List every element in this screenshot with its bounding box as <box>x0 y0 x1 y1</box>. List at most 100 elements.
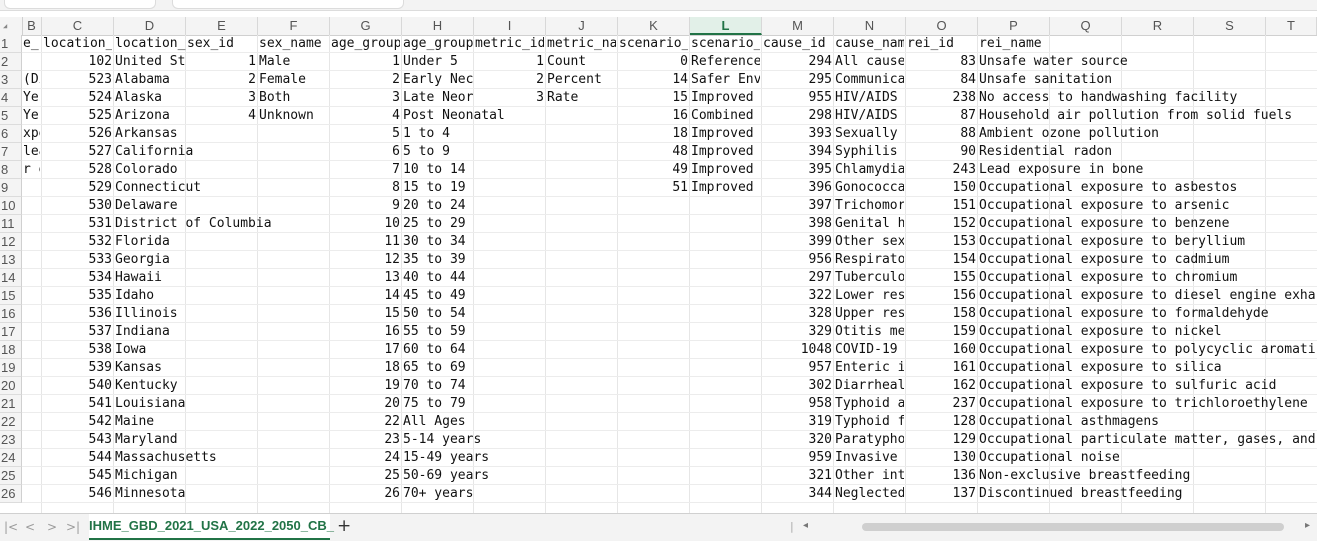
cell-d9[interactable]: Connecticut <box>115 179 365 197</box>
cell-o7[interactable]: 90 <box>907 143 976 161</box>
cell-m11[interactable]: 398 <box>763 215 832 233</box>
cell-p20[interactable]: Occupational exposure to sulfuric acid <box>979 377 1317 395</box>
cell-l1[interactable]: scenario_ <box>691 35 760 53</box>
cell-d12[interactable]: Florida <box>115 233 365 251</box>
cell-p14[interactable]: Occupational exposure to chromium <box>979 269 1317 287</box>
cell-m8[interactable]: 395 <box>763 161 832 179</box>
cell-o15[interactable]: 156 <box>907 287 976 305</box>
cell-b1[interactable]: e_r <box>23 35 40 53</box>
cell-n23[interactable]: Paratypho <box>835 431 904 449</box>
cell-m1[interactable]: cause_id <box>763 35 832 53</box>
row-header[interactable]: 18 <box>0 341 22 359</box>
cell-o4[interactable]: 238 <box>907 89 976 107</box>
cell-e4[interactable]: 3 <box>187 89 256 107</box>
cell-g7[interactable]: 6 <box>331 143 400 161</box>
cell-o16[interactable]: 158 <box>907 305 976 323</box>
cell-c23[interactable]: 543 <box>43 431 112 449</box>
cell-g5[interactable]: 4 <box>331 107 400 125</box>
row-header[interactable]: 6 <box>0 125 22 143</box>
last-sheet-button[interactable]: >| <box>66 520 80 534</box>
cell-o11[interactable]: 152 <box>907 215 976 233</box>
cell-g1[interactable]: age_group <box>331 35 400 53</box>
cell-m12[interactable]: 399 <box>763 233 832 251</box>
cell-m17[interactable]: 329 <box>763 323 832 341</box>
cell-m5[interactable]: 298 <box>763 107 832 125</box>
cell-e2[interactable]: 1 <box>187 53 256 71</box>
cell-h13[interactable]: 35 to 39 <box>403 251 653 269</box>
column-header-j[interactable]: J <box>546 17 618 35</box>
cell-m9[interactable]: 396 <box>763 179 832 197</box>
cell-m16[interactable]: 328 <box>763 305 832 323</box>
cell-f5[interactable]: Unknown <box>259 107 328 125</box>
row-header[interactable]: 21 <box>0 395 22 413</box>
cell-l9[interactable]: Improved <box>691 179 760 197</box>
cell-g18[interactable]: 17 <box>331 341 400 359</box>
row-header[interactable]: 16 <box>0 305 22 323</box>
cell-o10[interactable]: 151 <box>907 197 976 215</box>
scroll-right-icon[interactable]: ▸ <box>1305 520 1310 531</box>
row-header[interactable]: 4 <box>0 89 22 107</box>
cell-p4[interactable]: No access to handwashing facility <box>979 89 1317 107</box>
cell-m25[interactable]: 321 <box>763 467 832 485</box>
cell-d11[interactable]: District of Columbia <box>115 215 365 233</box>
cell-c8[interactable]: 528 <box>43 161 112 179</box>
cell-p21[interactable]: Occupational exposure to trichloroethyle… <box>979 395 1317 413</box>
cell-h11[interactable]: 25 to 29 <box>403 215 653 233</box>
cell-m23[interactable]: 320 <box>763 431 832 449</box>
cell-p2[interactable]: Unsafe water source <box>979 53 1317 71</box>
cell-m15[interactable]: 322 <box>763 287 832 305</box>
cell-n7[interactable]: Syphilis <box>835 143 904 161</box>
cell-grid[interactable]: e_rlocation_location_sex_idsex_nameage_g… <box>22 35 1317 513</box>
cell-e1[interactable]: sex_id <box>187 35 256 53</box>
cell-d18[interactable]: Iowa <box>115 341 365 359</box>
cell-h12[interactable]: 30 to 34 <box>403 233 653 251</box>
cell-k6[interactable]: 18 <box>619 125 688 143</box>
cell-l2[interactable]: Reference <box>691 53 760 71</box>
cell-k8[interactable]: 49 <box>619 161 688 179</box>
cell-c14[interactable]: 534 <box>43 269 112 287</box>
cell-n4[interactable]: HIV/AIDS <box>835 89 904 107</box>
cell-d23[interactable]: Maryland <box>115 431 365 449</box>
cell-n19[interactable]: Enteric i <box>835 359 904 377</box>
cell-n15[interactable]: Lower res <box>835 287 904 305</box>
cell-n8[interactable]: Chlamydia <box>835 161 904 179</box>
cell-o9[interactable]: 150 <box>907 179 976 197</box>
cell-o20[interactable]: 162 <box>907 377 976 395</box>
cell-p17[interactable]: Occupational exposure to nickel <box>979 323 1317 341</box>
cell-k9[interactable]: 51 <box>619 179 688 197</box>
cell-n26[interactable]: Neglected <box>835 485 904 503</box>
row-header[interactable]: 22 <box>0 413 22 431</box>
cell-p13[interactable]: Occupational exposure to cadmium <box>979 251 1317 269</box>
cell-b6[interactable]: xpe <box>23 125 40 143</box>
cell-b8[interactable]: r e <box>23 161 40 179</box>
cell-o18[interactable]: 160 <box>907 341 976 359</box>
cell-c12[interactable]: 532 <box>43 233 112 251</box>
cell-p9[interactable]: Occupational exposure to asbestos <box>979 179 1317 197</box>
row-header[interactable]: 7 <box>0 143 22 161</box>
row-header[interactable]: 2 <box>0 53 22 71</box>
cell-h24[interactable]: 15-49 years <box>403 449 653 467</box>
cell-k7[interactable]: 48 <box>619 143 688 161</box>
cell-m24[interactable]: 959 <box>763 449 832 467</box>
cell-n6[interactable]: Sexually <box>835 125 904 143</box>
column-header-o[interactable]: O <box>906 17 978 35</box>
cell-n21[interactable]: Typhoid a <box>835 395 904 413</box>
cell-h9[interactable]: 15 to 19 <box>403 179 653 197</box>
cell-p5[interactable]: Household air pollution from solid fuels <box>979 107 1317 125</box>
cell-o14[interactable]: 155 <box>907 269 976 287</box>
column-header-g[interactable]: G <box>330 17 402 35</box>
cell-h10[interactable]: 20 to 24 <box>403 197 653 215</box>
add-sheet-button[interactable]: + <box>337 516 351 536</box>
cell-m13[interactable]: 956 <box>763 251 832 269</box>
cell-c26[interactable]: 546 <box>43 485 112 503</box>
scroll-left-icon[interactable]: ◂ <box>803 520 808 531</box>
row-header[interactable]: 9 <box>0 179 22 197</box>
cell-c3[interactable]: 523 <box>43 71 112 89</box>
cell-n22[interactable]: Typhoid f <box>835 413 904 431</box>
cell-c11[interactable]: 531 <box>43 215 112 233</box>
row-header[interactable]: 11 <box>0 215 22 233</box>
cell-j1[interactable]: metric_na <box>547 35 616 53</box>
cell-l5[interactable]: Combined <box>691 107 760 125</box>
cell-o13[interactable]: 154 <box>907 251 976 269</box>
cell-c21[interactable]: 541 <box>43 395 112 413</box>
